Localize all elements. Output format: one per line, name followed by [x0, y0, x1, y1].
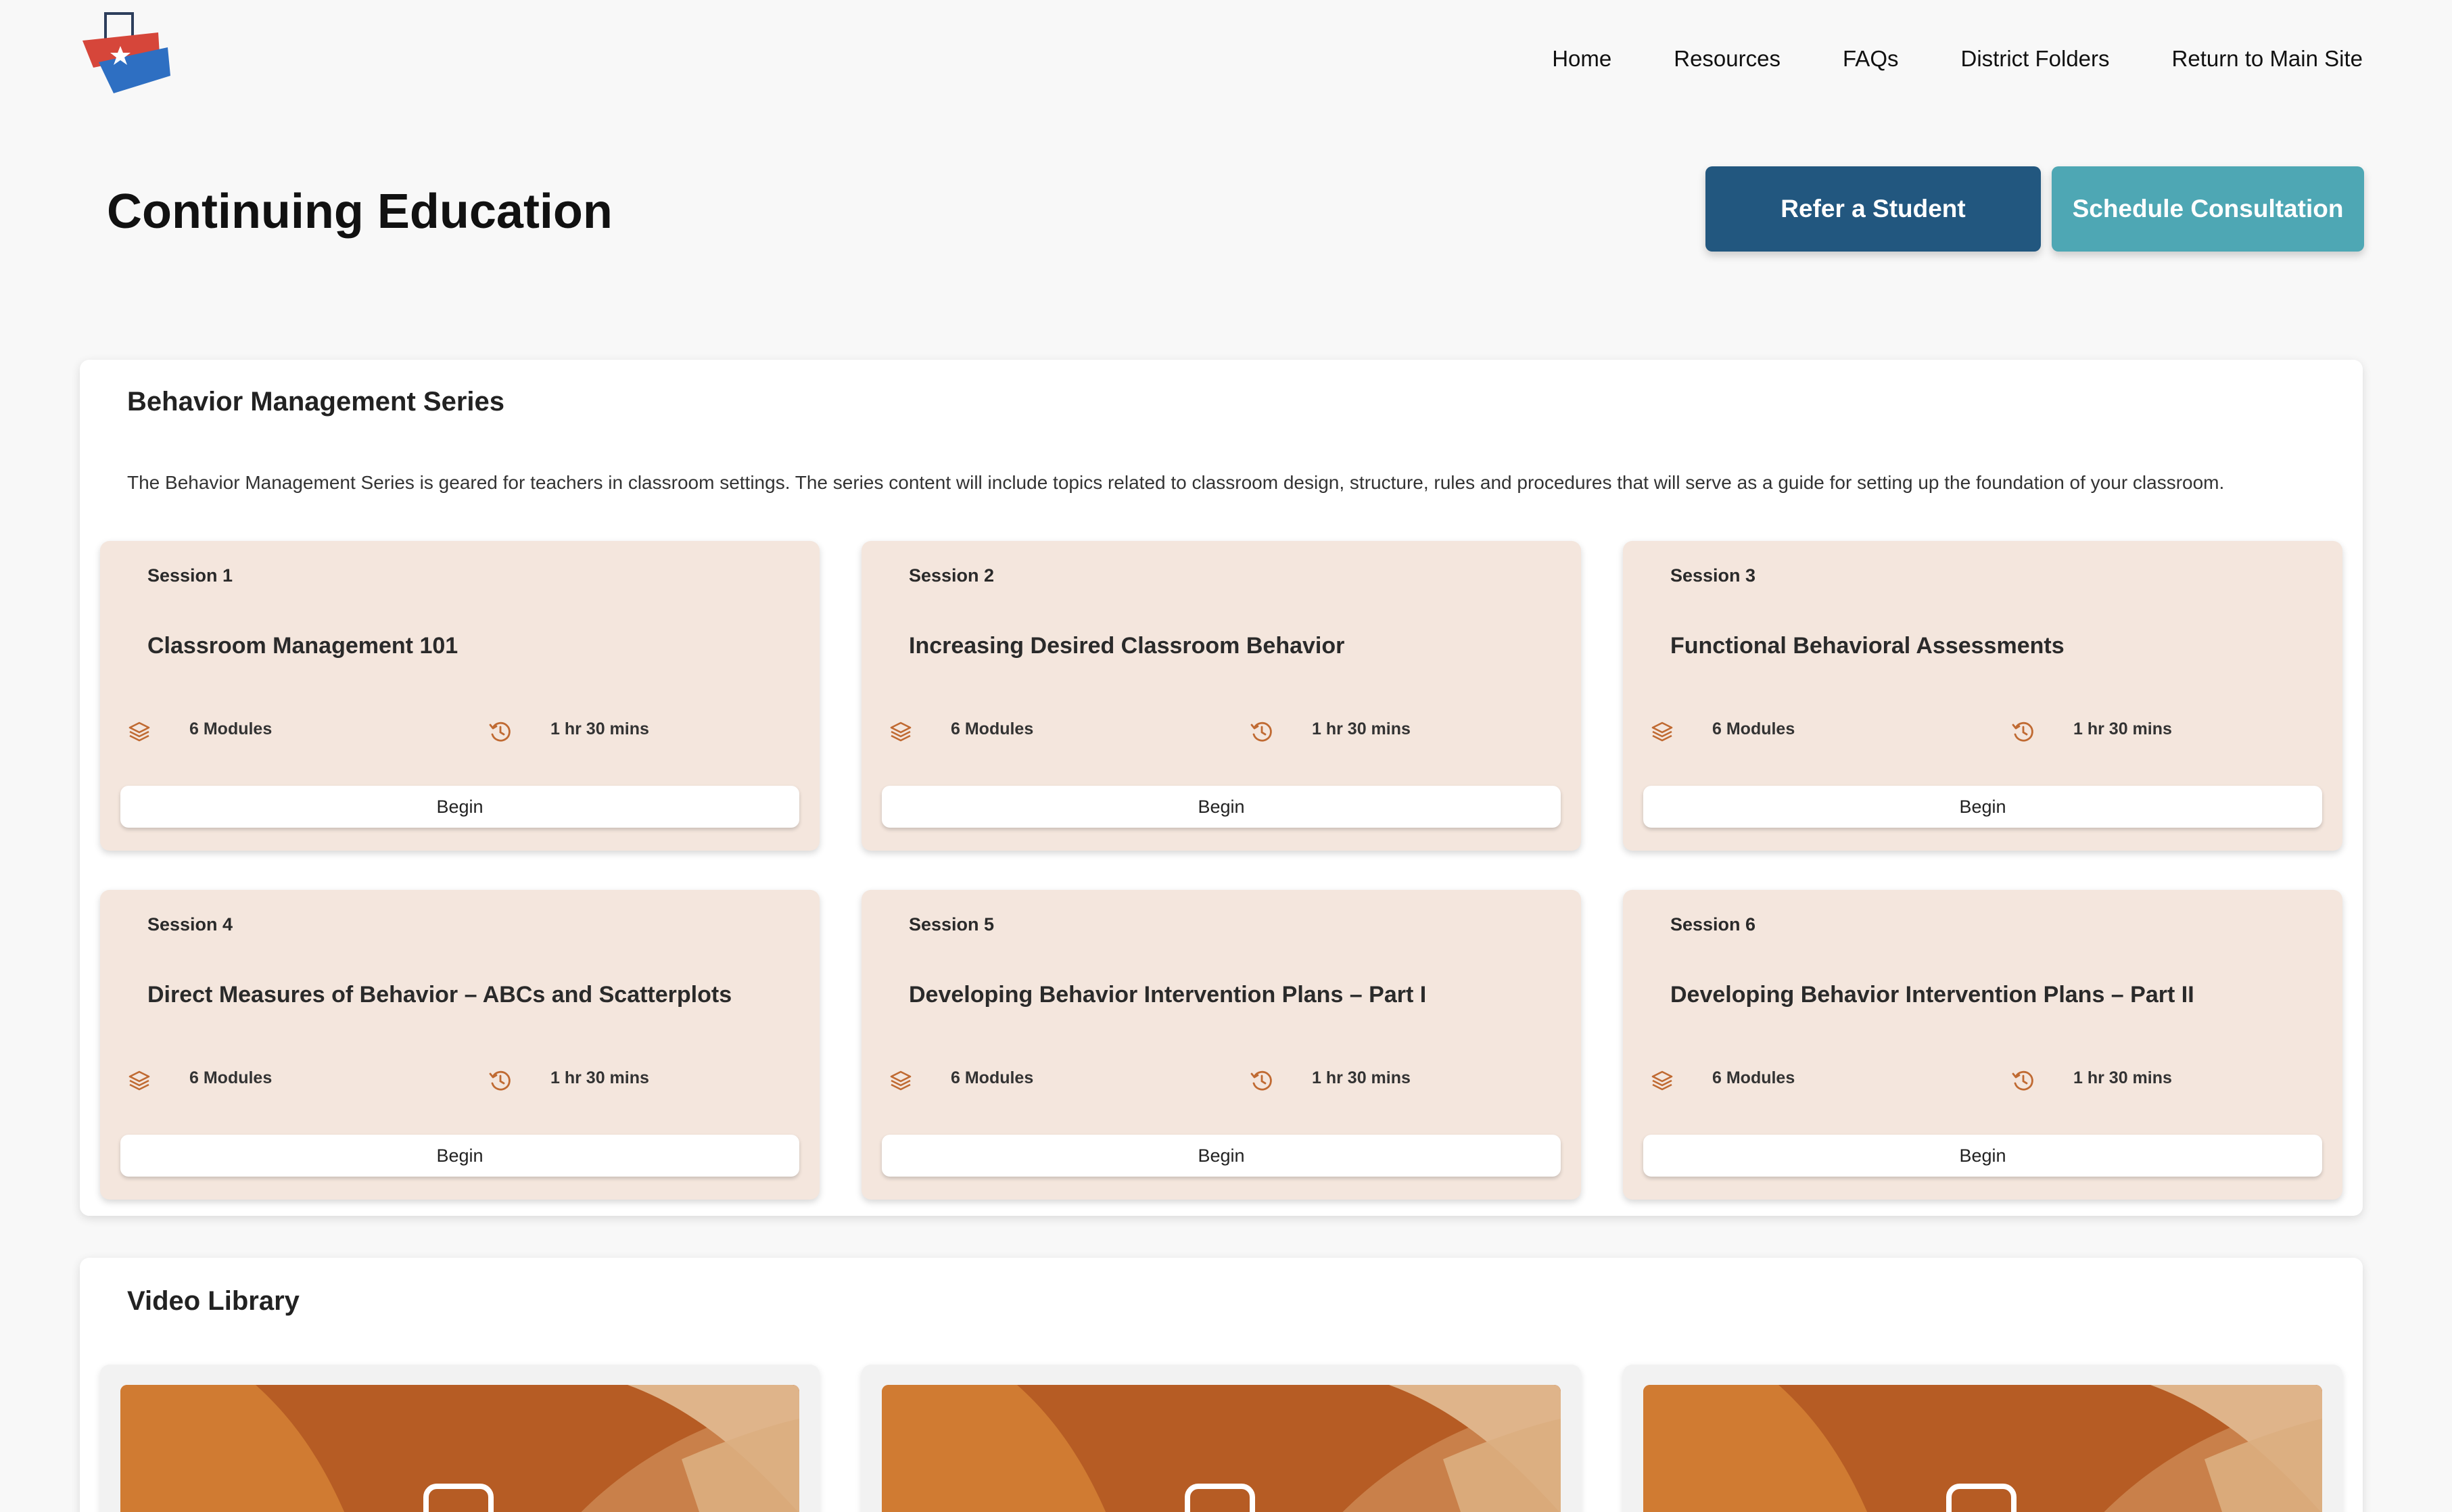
clock-history-icon: [2012, 1070, 2033, 1091]
layers-icon: [1651, 1070, 1673, 1091]
session-label: Session 6: [1670, 914, 1756, 935]
session-label: Session 5: [909, 914, 995, 935]
schedule-consultation-button[interactable]: Schedule Consultation: [2052, 166, 2364, 252]
nav-district-folders[interactable]: District Folders: [1961, 42, 2110, 76]
clock-history-icon: [489, 1070, 511, 1091]
session-title: Developing Behavior Intervention Plans –…: [909, 982, 1427, 1008]
nav-return-main-site[interactable]: Return to Main Site: [2172, 42, 2363, 76]
layers-icon: [1651, 722, 1673, 742]
page-title: Continuing Education: [107, 185, 613, 239]
session-duration: 1 hr 30 mins: [1312, 719, 1411, 738]
session-title: Direct Measures of Behavior – ABCs and S…: [147, 982, 732, 1008]
session-card-6: Session 6 Developing Behavior Interventi…: [1623, 890, 2342, 1200]
session-duration: 1 hr 30 mins: [1312, 1068, 1411, 1087]
video-card-2[interactable]: [862, 1365, 1581, 1512]
behavior-series-title: Behavior Management Series: [127, 387, 504, 417]
modules-count: 6 Modules: [1712, 1068, 1795, 1087]
thumbnail-art: [882, 1385, 1561, 1512]
begin-button[interactable]: Begin: [882, 786, 1561, 828]
session-duration: 1 hr 30 mins: [2073, 719, 2172, 738]
video-library-panel: Video Library: [80, 1258, 2363, 1512]
session-card-4: Session 4 Direct Measures of Behavior – …: [100, 890, 820, 1200]
video-library-title: Video Library: [127, 1286, 300, 1316]
session-label: Session 4: [147, 914, 233, 935]
behavior-series-description: The Behavior Management Series is geared…: [127, 472, 2225, 493]
begin-button[interactable]: Begin: [1643, 786, 2322, 828]
video-thumbnail[interactable]: [120, 1385, 799, 1512]
video-thumbnail[interactable]: [882, 1385, 1561, 1512]
begin-button[interactable]: Begin: [1643, 1135, 2322, 1177]
clock-history-icon: [489, 722, 511, 742]
modules-count: 6 Modules: [951, 1068, 1034, 1087]
page: Home Resources FAQs District Folders Ret…: [0, 0, 2452, 1512]
nav-faqs[interactable]: FAQs: [1843, 42, 1899, 76]
video-thumbnail[interactable]: [1643, 1385, 2322, 1512]
video-card-1[interactable]: [100, 1365, 820, 1512]
session-title: Developing Behavior Intervention Plans –…: [1670, 982, 2194, 1008]
nav-home[interactable]: Home: [1552, 42, 1611, 76]
begin-button[interactable]: Begin: [882, 1135, 1561, 1177]
video-card-3[interactable]: [1623, 1365, 2342, 1512]
session-card-5: Session 5 Developing Behavior Interventi…: [862, 890, 1581, 1200]
nav-resources[interactable]: Resources: [1674, 42, 1781, 76]
layers-icon: [128, 1070, 150, 1091]
thumbnail-art: [120, 1385, 799, 1512]
modules-count: 6 Modules: [951, 719, 1034, 738]
session-title: Increasing Desired Classroom Behavior: [909, 633, 1345, 659]
clock-history-icon: [1250, 1070, 1272, 1091]
session-label: Session 2: [909, 565, 995, 586]
clock-history-icon: [1250, 722, 1272, 742]
begin-button[interactable]: Begin: [120, 786, 799, 828]
thumbnail-art: [1643, 1385, 2322, 1512]
layers-icon: [128, 722, 150, 742]
site-header: Home Resources FAQs District Folders Ret…: [0, 0, 2452, 122]
session-title: Classroom Management 101: [147, 633, 458, 659]
layers-icon: [890, 722, 912, 742]
session-duration: 1 hr 30 mins: [550, 719, 649, 738]
session-card-1: Session 1 Classroom Management 101 6 Mod…: [100, 541, 820, 851]
refer-student-button[interactable]: Refer a Student: [1705, 166, 2041, 252]
session-title: Functional Behavioral Assessments: [1670, 633, 2065, 659]
main-nav: Home Resources FAQs District Folders Ret…: [1552, 42, 2363, 76]
behavior-series-panel: Behavior Management Series The Behavior …: [80, 360, 2363, 1216]
logo-icon[interactable]: [80, 12, 172, 95]
session-label: Session 1: [147, 565, 233, 586]
session-card-3: Session 3 Functional Behavioral Assessme…: [1623, 541, 2342, 851]
session-duration: 1 hr 30 mins: [2073, 1068, 2172, 1087]
modules-count: 6 Modules: [189, 1068, 273, 1087]
session-card-2: Session 2 Increasing Desired Classroom B…: [862, 541, 1581, 851]
modules-count: 6 Modules: [189, 719, 273, 738]
session-duration: 1 hr 30 mins: [550, 1068, 649, 1087]
modules-count: 6 Modules: [1712, 719, 1795, 738]
session-label: Session 3: [1670, 565, 1756, 586]
clock-history-icon: [2012, 722, 2033, 742]
begin-button[interactable]: Begin: [120, 1135, 799, 1177]
layers-icon: [890, 1070, 912, 1091]
